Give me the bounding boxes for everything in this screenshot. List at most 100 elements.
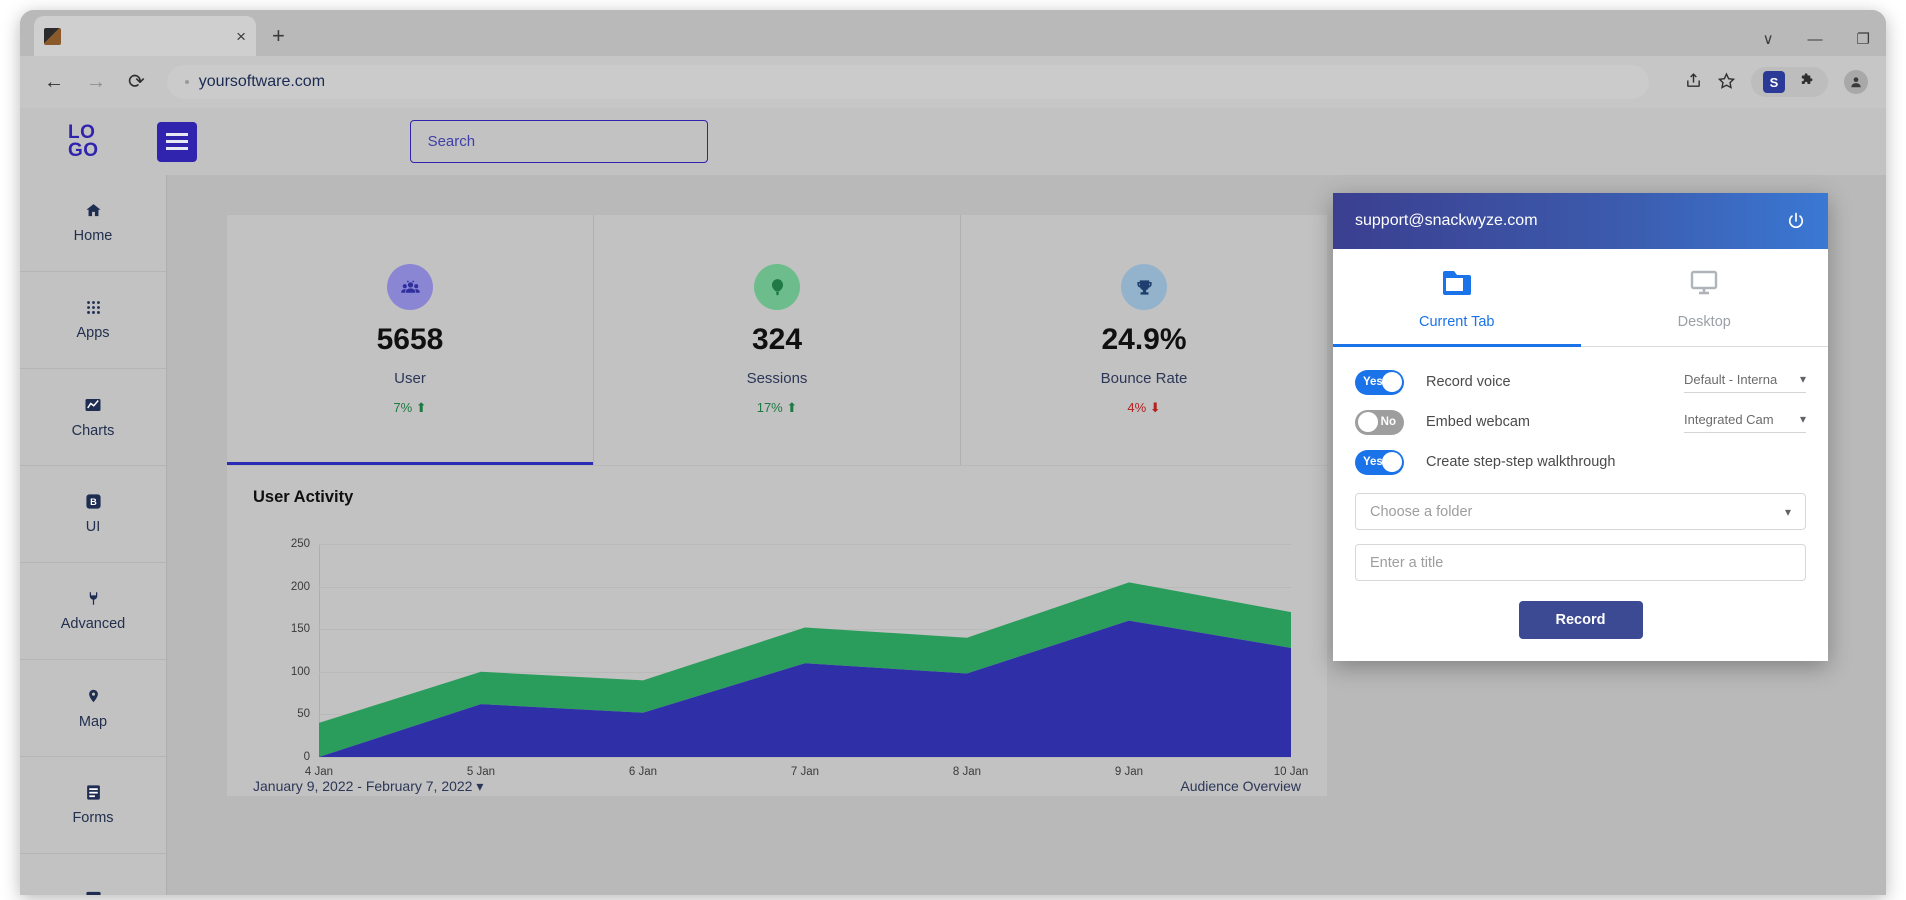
y-axis-tick: 50 xyxy=(297,708,310,721)
power-icon[interactable] xyxy=(1786,211,1806,231)
record-button[interactable]: Record xyxy=(1518,601,1643,639)
map-pin-icon xyxy=(86,687,101,705)
folder-select[interactable]: Choose a folder ▾ xyxy=(1355,493,1806,530)
stat-value: 24.9% xyxy=(1101,323,1187,356)
stat-card-user[interactable]: 5658 User 7% ⬆ xyxy=(227,215,594,465)
puzzle-icon[interactable] xyxy=(1799,72,1816,93)
svg-text:B: B xyxy=(90,497,97,507)
sidebar-label: Apps xyxy=(76,325,110,341)
x-axis-tick: 4 Jan xyxy=(304,766,334,778)
title-input[interactable]: Enter a title xyxy=(1355,544,1806,581)
chevron-down-icon[interactable]: ∨ xyxy=(1763,32,1774,47)
hamburger-icon-bar xyxy=(165,133,188,136)
toggle-knob xyxy=(1381,372,1402,392)
minimize-icon[interactable]: — xyxy=(1808,32,1823,47)
grid-icon xyxy=(85,299,102,316)
url-text: yoursoftware.com xyxy=(198,73,326,90)
browser-tab[interactable]: × xyxy=(34,16,256,56)
title-placeholder: Enter a title xyxy=(1370,554,1444,571)
tab-current-tab[interactable]: Current Tab xyxy=(1333,249,1581,347)
stat-delta: 7% ⬆ xyxy=(393,400,427,415)
close-icon[interactable]: × xyxy=(236,28,246,45)
chevron-down-icon: ▾ xyxy=(1799,372,1806,386)
browser-window: × + ∨ — ❐ ← → ⟳ yoursoftware.com S LO GO… xyxy=(20,10,1886,895)
option-step-walkthrough: Yes Create step-step walkthrough xyxy=(1355,445,1806,479)
tab-strip: × + ∨ — ❐ xyxy=(20,10,1886,56)
y-axis-tick: 200 xyxy=(290,580,310,593)
stat-card-sessions[interactable]: 324 Sessions 17% ⬆ xyxy=(594,215,961,465)
stat-delta: 4% ⬇ xyxy=(1127,400,1161,415)
new-tab-button[interactable]: + xyxy=(272,25,285,47)
sidebar-item-map[interactable]: Map xyxy=(20,660,166,757)
sidebar-item-advanced[interactable]: Advanced xyxy=(20,563,166,660)
embed-webcam-toggle[interactable]: No xyxy=(1355,409,1404,435)
gridline xyxy=(319,757,1291,758)
sidebar-label: UI xyxy=(85,519,101,535)
tab-desktop[interactable]: Desktop xyxy=(1580,249,1828,347)
account-email: support@snackwyze.com xyxy=(1355,212,1538,229)
camera-select[interactable]: Integrated Cam ▾ xyxy=(1684,412,1806,433)
site-info-icon xyxy=(184,80,189,84)
hamburger-icon-bar xyxy=(165,147,188,150)
sidebar: Home Apps Charts B UI Advanced Map Forms xyxy=(20,175,167,895)
menu-toggle-button[interactable] xyxy=(156,121,197,162)
search-placeholder: Search xyxy=(427,133,476,150)
forms-icon xyxy=(85,784,102,801)
chart-title: User Activity xyxy=(253,488,354,506)
x-axis-tick: 8 Jan xyxy=(952,766,982,778)
logo-line-2: GO xyxy=(68,139,99,161)
back-icon[interactable]: ← xyxy=(44,72,64,92)
option-label: Record voice xyxy=(1426,374,1511,390)
sidebar-label: Forms xyxy=(72,810,114,826)
forward-icon[interactable]: → xyxy=(86,72,106,92)
balloon-icon xyxy=(754,264,800,310)
tab-label: Desktop xyxy=(1677,314,1731,330)
stat-value: 324 xyxy=(751,323,803,356)
area-chart-svg xyxy=(319,582,1291,757)
microphone-select[interactable]: Default - Interna ▾ xyxy=(1684,372,1806,393)
y-axis-tick: 100 xyxy=(290,665,310,678)
sidebar-label: Charts xyxy=(71,422,115,439)
chevron-down-icon: ▾ xyxy=(1784,504,1791,519)
chevron-down-icon: ▾ xyxy=(1799,412,1806,426)
sidebar-item-apps[interactable]: Apps xyxy=(20,272,166,369)
stat-cards: 5658 User 7% ⬆ 324 Sessions 17% ⬆ 24.9% … xyxy=(227,215,1327,465)
x-axis-tick: 10 Jan xyxy=(1273,766,1309,778)
profile-icon[interactable] xyxy=(1844,70,1868,94)
app-logo: LO GO xyxy=(68,122,99,161)
plug-icon xyxy=(86,590,101,607)
monitor-icon xyxy=(1688,269,1720,302)
sidebar-label: Home xyxy=(73,228,113,244)
sidebar-item-home[interactable]: Home xyxy=(20,175,166,272)
option-label: Create step-step walkthrough xyxy=(1426,454,1616,470)
sidebar-label: Map xyxy=(78,713,108,730)
stat-label: Bounce Rate xyxy=(1100,370,1188,387)
date-range-selector[interactable]: January 9, 2022 - February 7, 2022 ▾ xyxy=(253,778,483,795)
popup-body: Yes Record voice Default - Interna ▾ No … xyxy=(1333,347,1828,661)
logo-line-1: LO xyxy=(68,122,96,144)
record-voice-toggle[interactable]: Yes xyxy=(1355,369,1404,395)
star-icon[interactable] xyxy=(1717,71,1736,93)
toggle-state-label: Yes xyxy=(1363,376,1383,388)
sidebar-label: Advanced xyxy=(60,616,126,632)
walkthrough-toggle[interactable]: Yes xyxy=(1355,449,1404,475)
address-bar: ← → ⟳ yoursoftware.com S xyxy=(20,56,1886,108)
maximize-icon[interactable]: ❐ xyxy=(1857,32,1870,47)
folder-placeholder: Choose a folder xyxy=(1370,503,1473,520)
reload-icon[interactable]: ⟳ xyxy=(128,72,145,92)
sidebar-item-charts[interactable]: Charts xyxy=(20,369,166,466)
share-icon[interactable] xyxy=(1685,72,1702,93)
url-input[interactable]: yoursoftware.com xyxy=(166,65,1649,99)
snackwyze-extension-icon[interactable]: S xyxy=(1763,71,1785,93)
sidebar-item-forms[interactable]: Forms xyxy=(20,757,166,854)
stat-label: User xyxy=(394,370,426,387)
sidebar-item-ui[interactable]: B UI xyxy=(20,466,166,563)
search-input[interactable]: Search xyxy=(409,120,708,163)
stat-card-bounce-rate[interactable]: 24.9% Bounce Rate 4% ⬇ xyxy=(961,215,1327,465)
sidebar-item-tables[interactable] xyxy=(20,854,166,895)
camera-select-value: Integrated Cam xyxy=(1684,411,1774,427)
toggle-knob xyxy=(1357,412,1378,432)
microphone-select-value: Default - Interna xyxy=(1684,371,1778,387)
toggle-state-label: No xyxy=(1380,416,1396,428)
chart-footer: January 9, 2022 - February 7, 2022 ▾ Aud… xyxy=(253,778,1301,795)
